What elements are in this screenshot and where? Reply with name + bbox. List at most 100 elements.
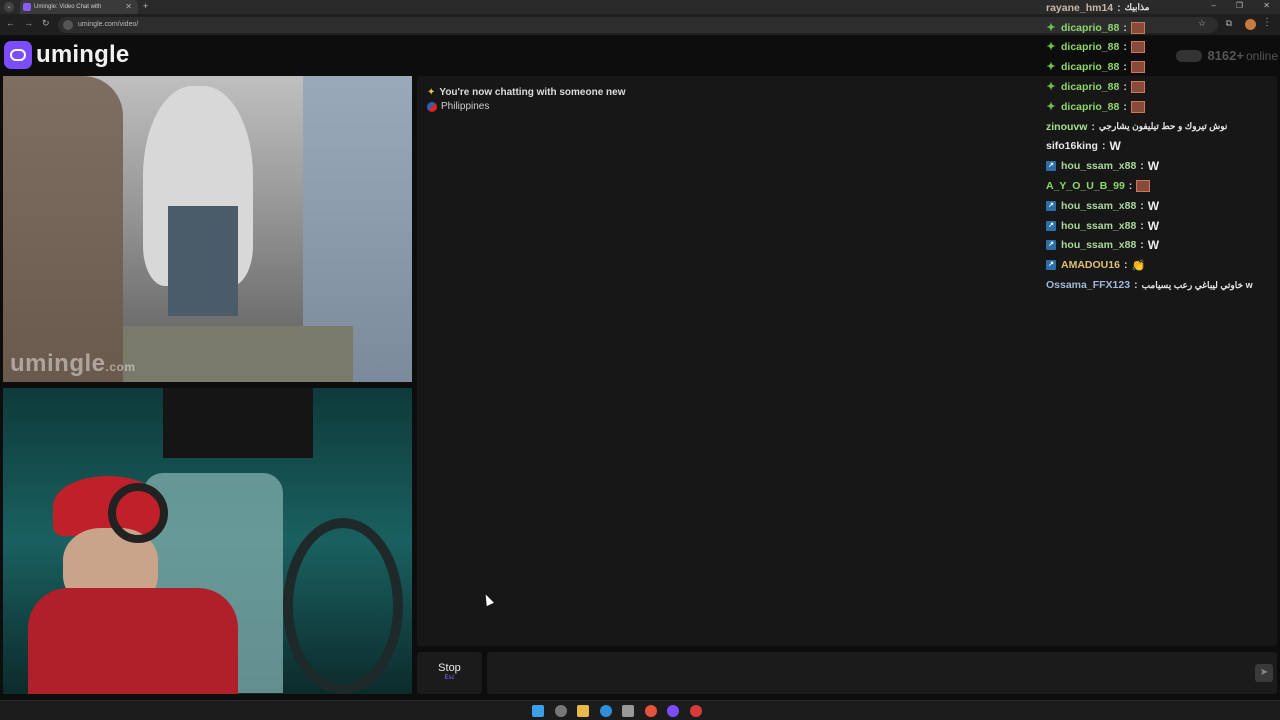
stream-chat-row: sifo16king: W [1046,137,1278,157]
stream-chat-username: dicaprio_88 [1061,100,1120,113]
store-icon[interactable] [622,705,634,717]
self-video [3,388,412,694]
stream-chat-row: ✦ dicaprio_88: [1046,97,1278,117]
site-logo[interactable]: umingle [4,41,129,69]
stream-chat-separator: : [1123,21,1127,34]
forward-arrow-icon[interactable]: → [24,18,33,28]
stream-chat-message: W [1109,139,1121,154]
umingle-app-icon[interactable] [667,705,679,717]
stream-chat-row: ✦ dicaprio_88: [1046,77,1278,97]
stream-chat-message: W [1147,159,1160,174]
stream-chat-username: dicaprio_88 [1061,21,1120,34]
reload-icon[interactable]: ↻ [42,18,50,29]
badge-arrow-icon: ↗ [1046,220,1056,231]
follower-plus-icon: ✦ [1046,81,1056,94]
stream-chat-separator: : [1140,160,1144,173]
video-person-foreground [3,76,123,382]
follower-plus-icon: ✦ [1046,61,1056,74]
partner-country: Philippines [427,101,489,112]
stream-chat-separator: : [1134,279,1138,292]
stream-chat-row: zinouvw: نوش تيروك و حط تيليفون يشارجي [1046,117,1278,137]
tab-close-icon[interactable]: ✕ [125,0,132,14]
badge-arrow-icon: ↗ [1046,200,1056,211]
stream-chat-row: rayane_hm14: مذابيك [1046,0,1278,18]
stream-chat-username: hou_ssam_x88 [1061,160,1137,173]
stream-chat-row: ↗ AMADOU16: 👏 [1046,255,1278,275]
video-shelf [163,388,313,458]
stream-chat-separator: : [1123,61,1127,74]
message-input[interactable] [487,652,1277,694]
follower-plus-icon: ✦ [1046,100,1056,113]
stream-chat-separator: : [1140,239,1144,252]
stream-chat-message: W [1147,238,1160,253]
stream-chat-username: zinouvw [1046,120,1088,133]
stream-chat-username: dicaprio_88 [1061,41,1120,54]
sticker-image-icon [1136,180,1151,193]
stream-chat-row: A_Y_O_U_B_99: [1046,176,1278,196]
stream-chat-username: Ossama_FFX123 [1046,279,1131,292]
stream-chat-row: ↗ hou_ssam_x88: W [1046,216,1278,236]
stream-chat-separator: : [1123,41,1127,54]
edge-browser-icon[interactable] [599,705,612,717]
stream-chat-row: ✦ dicaprio_88: [1046,18,1278,38]
windows-start-icon[interactable] [532,705,544,717]
stop-label: Stop [438,662,461,674]
stream-chat-username: dicaprio_88 [1061,61,1120,74]
site-info-icon[interactable] [63,20,73,30]
sticker-image-icon [1130,21,1145,34]
partner-country-text: Philippines [441,101,490,112]
badge-arrow-icon: ↗ [1046,161,1056,172]
watermark-main: umingle [10,350,106,377]
file-explorer-icon[interactable] [577,705,589,717]
stream-chat-message: W [1147,218,1160,233]
badge-arrow-icon: ↗ [1046,260,1056,271]
stream-chat-username: dicaprio_88 [1061,81,1120,94]
stream-chat-username: hou_ssam_x88 [1061,199,1137,212]
stop-shortcut: Esc [444,675,455,681]
stream-chat-row: Ossama_FFX123: خاوتي ليباغي رعب يسيامب w [1046,275,1278,295]
video-uniform [168,206,238,316]
umingle-watermark: umingle.com [10,350,136,378]
chrome-browser-icon[interactable] [644,705,657,717]
stranger-video: umingle.com [3,76,412,382]
new-tab-button[interactable]: + [143,0,148,12]
stream-chat-username: hou_ssam_x88 [1061,219,1137,232]
stream-chat-overlay: rayane_hm14: مذابيك ✦ dicaprio_88: ✦ dicaprio… [1046,0,1278,295]
stream-chat-message: نوش تيروك و حط تيليفون يشارجي [1098,121,1228,132]
tab-title: Umingle: Video Chat with [34,4,102,10]
tab-search-icon[interactable]: ⌄ [4,2,14,12]
stream-chat-row: ↗ hou_ssam_x88: W [1046,236,1278,256]
recording-app-icon[interactable] [689,705,702,717]
stream-chat-username: AMADOU16 [1061,259,1120,272]
stream-chat-separator: : [1101,140,1106,153]
stream-chat-separator: : [1123,100,1127,113]
stream-chat-username: sifo16king [1046,140,1098,153]
search-icon[interactable] [554,705,567,717]
system-message: ✦ You're now chatting with someone new [427,87,625,98]
philippines-flag-icon [427,101,437,112]
sticker-image-icon [1130,41,1145,54]
back-arrow-icon[interactable]: ← [6,18,15,28]
stream-chat-separator: : [1123,81,1127,94]
stream-chat-message: W [1147,198,1160,213]
taskbar [0,700,1280,720]
stream-chat-message: 👏 [1131,259,1146,272]
video-desk [123,326,353,382]
browser-tab[interactable]: Umingle: Video Chat with ✕ [20,0,138,14]
follower-plus-icon: ✦ [1046,41,1056,54]
watermark-suffix: .com [105,360,136,374]
umingle-favicon-icon [23,3,31,11]
sticker-image-icon [1130,61,1145,74]
chat-bubble-icon [4,41,32,69]
video-red-jacket [28,588,238,694]
logo-text: umingle [36,41,130,68]
send-icon[interactable]: ➤ [1255,664,1273,682]
url-text: umingle.com/video/ [78,21,139,28]
stop-button[interactable]: Stop Esc [417,652,482,694]
address-bar[interactable]: umingle.com/video/ [58,17,1218,33]
stream-chat-row: ↗ hou_ssam_x88: W [1046,156,1278,176]
stream-chat-username: rayane_hm14 [1046,1,1114,14]
sticker-image-icon [1130,100,1145,113]
stream-chat-separator: : [1128,180,1133,193]
stream-chat-row: ✦ dicaprio_88: [1046,38,1278,58]
